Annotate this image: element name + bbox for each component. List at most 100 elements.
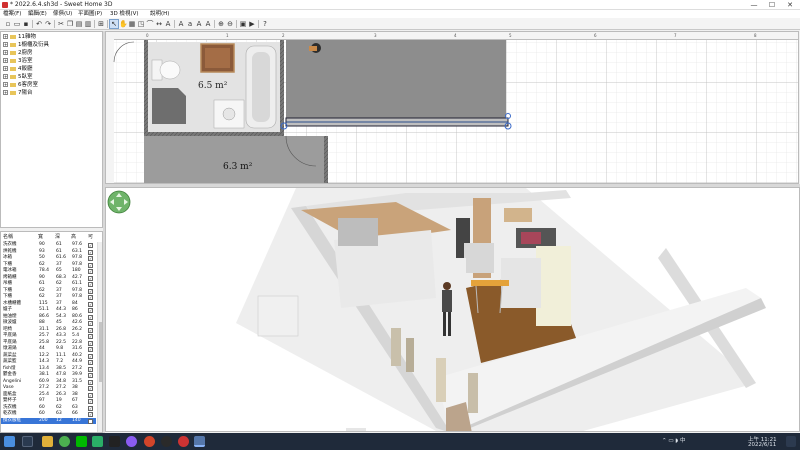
visible-checkbox[interactable]: ✓ bbox=[88, 327, 93, 333]
visible-checkbox[interactable]: ✓ bbox=[88, 334, 93, 339]
visible-checkbox[interactable]: ✓ bbox=[88, 275, 93, 281]
column-header-name[interactable]: 名稱 bbox=[3, 232, 13, 242]
catalog-category[interactable]: +5臥室 bbox=[3, 73, 33, 81]
washing-machine-3d[interactable] bbox=[257, 295, 299, 337]
bathtub-icon[interactable] bbox=[245, 45, 277, 129]
column-header-width[interactable]: 寬 bbox=[38, 232, 43, 242]
shower-icon[interactable] bbox=[152, 88, 186, 124]
create-dimensions-icon[interactable]: ↔ bbox=[155, 20, 163, 28]
clock-date[interactable]: 2022/6/11 bbox=[748, 442, 776, 448]
visible-checkbox[interactable]: ✓ bbox=[88, 386, 93, 391]
undo-icon[interactable]: ↶ bbox=[35, 20, 43, 28]
3d-view[interactable] bbox=[105, 187, 800, 432]
new-icon[interactable]: ▫ bbox=[4, 20, 12, 28]
bold-text-icon[interactable]: A bbox=[195, 20, 203, 28]
plan-view[interactable]: 0 1 2 3 4 5 6 7 8 6.5 m² 6.3 m² bbox=[105, 31, 799, 184]
browser-icon[interactable] bbox=[144, 436, 155, 447]
visible-checkbox[interactable]: ✓ bbox=[88, 399, 93, 404]
column-header-depth[interactable]: 深 bbox=[55, 232, 60, 242]
visible-checkbox[interactable]: ✓ bbox=[88, 366, 93, 372]
visible-checkbox[interactable]: ✓ bbox=[88, 282, 93, 287]
obs-icon[interactable] bbox=[161, 436, 172, 447]
visible-checkbox[interactable]: ✓ bbox=[88, 340, 93, 346]
menu-3d-view[interactable]: 3D 檢視(V) bbox=[110, 10, 139, 18]
catalog-category[interactable]: +2廚房 bbox=[3, 49, 33, 57]
increase-text-icon[interactable]: A bbox=[177, 20, 185, 28]
chrome-icon[interactable] bbox=[59, 436, 70, 447]
pan-mode-icon[interactable]: ✋ bbox=[119, 20, 128, 28]
fridge-icon[interactable] bbox=[536, 246, 571, 326]
visible-checkbox[interactable]: ✓ bbox=[88, 373, 93, 378]
visible-checkbox[interactable]: ✓ bbox=[88, 295, 93, 300]
tray-icons[interactable]: ⌃ ▭ ◗ 中 bbox=[662, 436, 685, 444]
navigation-arrows-icon[interactable] bbox=[107, 190, 131, 214]
save-icon[interactable]: ▪ bbox=[22, 20, 30, 28]
visible-checkbox[interactable]: ✓ bbox=[88, 321, 93, 326]
column-header-height[interactable]: 高 bbox=[71, 232, 76, 242]
cut-icon[interactable]: ✂ bbox=[57, 20, 65, 28]
create-video-icon[interactable]: ▶ bbox=[248, 20, 256, 28]
copy-icon[interactable]: ❐ bbox=[66, 20, 74, 28]
maximize-button[interactable]: ☐ bbox=[763, 0, 781, 10]
catalog-category[interactable]: +6客房室 bbox=[3, 81, 38, 89]
create-walls-icon[interactable]: ▦ bbox=[128, 20, 136, 28]
open-icon[interactable]: ▭ bbox=[13, 20, 21, 28]
app-icon-dark[interactable] bbox=[109, 436, 120, 447]
help-icon[interactable]: ? bbox=[261, 20, 269, 28]
catalog-category[interactable]: +3浴室 bbox=[3, 57, 33, 65]
redo-icon[interactable]: ↷ bbox=[44, 20, 52, 28]
visible-checkbox[interactable]: ✓ bbox=[88, 347, 93, 352]
menu-edit[interactable]: 編輯(E) bbox=[28, 10, 47, 18]
visible-checkbox[interactable]: ✓ bbox=[88, 379, 93, 385]
create-rooms-icon[interactable]: ◳ bbox=[137, 20, 145, 28]
select-mode-icon[interactable]: ↖ bbox=[109, 19, 119, 29]
visible-checkbox[interactable]: ✓ bbox=[88, 392, 93, 398]
corridor-room[interactable] bbox=[286, 40, 506, 125]
visible-checkbox[interactable]: ✓ bbox=[88, 353, 93, 359]
visible-checkbox[interactable]: ✓ bbox=[88, 418, 93, 424]
visible-checkbox[interactable]: ✓ bbox=[88, 243, 93, 248]
catalog-category[interactable]: +4飯廳 bbox=[3, 65, 33, 73]
wechat-icon[interactable] bbox=[92, 436, 103, 447]
lower-room[interactable] bbox=[144, 136, 324, 184]
catalog-category[interactable]: +11雜物 bbox=[3, 33, 36, 41]
catalog-category[interactable]: +7陽台 bbox=[3, 89, 33, 97]
notification-icon[interactable] bbox=[786, 436, 796, 447]
visible-checkbox[interactable]: ✓ bbox=[88, 314, 93, 320]
italic-text-icon[interactable]: A bbox=[204, 20, 212, 28]
zoom-out-icon[interactable]: ⊖ bbox=[226, 20, 234, 28]
create-labels-icon[interactable]: A bbox=[164, 20, 172, 28]
windows-start-icon[interactable] bbox=[4, 436, 15, 447]
furniture-row[interactable]: 換衣服框 200 12 140 ✓ bbox=[1, 417, 96, 424]
add-furniture-icon[interactable]: ⊞ bbox=[97, 20, 105, 28]
sweet-home-3d-taskbar-icon[interactable] bbox=[194, 436, 205, 447]
plan-canvas[interactable]: 0 1 2 3 4 5 6 7 8 6.5 m² 6.3 m² bbox=[106, 32, 799, 184]
visible-checkbox[interactable]: ✓ bbox=[88, 308, 93, 313]
visible-checkbox[interactable]: ✓ bbox=[88, 249, 93, 255]
zoom-in-icon[interactable]: ⊕ bbox=[217, 20, 225, 28]
toilet-icon[interactable] bbox=[151, 59, 181, 81]
paste-icon[interactable]: ▤ bbox=[75, 20, 83, 28]
visible-checkbox[interactable]: ✓ bbox=[88, 262, 93, 268]
visible-checkbox[interactable]: ✓ bbox=[88, 288, 93, 294]
visible-checkbox[interactable]: ✓ bbox=[88, 412, 93, 417]
furniture-list-scrollbar[interactable] bbox=[97, 242, 102, 432]
menu-plan[interactable]: 平面圖(P) bbox=[78, 10, 102, 18]
3d-canvas[interactable] bbox=[106, 188, 800, 432]
furniture-list[interactable]: 名稱 寬 深 高 可 洗衣機 90 61 97.6 ✓ 烘乾機 93 61 63.1 ✓ 冰箱 50 6… bbox=[0, 231, 103, 433]
visible-checkbox[interactable]: ✓ bbox=[88, 360, 93, 365]
stove-icon[interactable] bbox=[441, 258, 466, 278]
catalog-category[interactable]: +1櫥櫃及衍具 bbox=[3, 41, 49, 49]
menu-file[interactable]: 檔案(F) bbox=[3, 10, 21, 18]
line-icon[interactable] bbox=[76, 436, 87, 447]
create-polylines-icon[interactable]: ⌒ bbox=[146, 20, 154, 28]
paste-style-icon[interactable]: ▥ bbox=[84, 20, 92, 28]
search-icon[interactable] bbox=[22, 436, 33, 447]
visible-checkbox[interactable]: ✓ bbox=[88, 256, 93, 261]
bar-counter[interactable] bbox=[471, 280, 509, 286]
visible-checkbox[interactable]: ✓ bbox=[88, 405, 93, 411]
menu-help[interactable]: 說明(H) bbox=[150, 10, 169, 18]
menu-furniture[interactable]: 傢俱(U) bbox=[53, 10, 72, 18]
decrease-text-icon[interactable]: a bbox=[186, 20, 194, 28]
close-button[interactable]: ✕ bbox=[781, 0, 799, 10]
